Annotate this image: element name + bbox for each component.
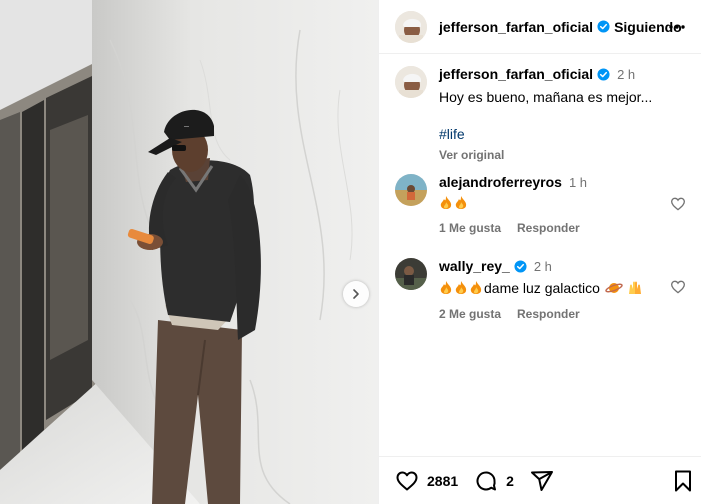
- verified-badge-icon: [514, 259, 527, 273]
- planet-emoji: [605, 283, 623, 293]
- comment-text: dame luz galactico: [439, 279, 669, 297]
- next-photo-button[interactable]: [343, 281, 369, 307]
- comment-time[interactable]: 2 h: [534, 259, 552, 274]
- caption-text: Hoy es bueno, mañana es mejor...: [439, 89, 653, 105]
- post-header: jefferson_farfan_oficial Siguiendo: [379, 0, 701, 54]
- post-caption: jefferson_farfan_oficial 2 h Hoy es buen…: [395, 66, 690, 162]
- save-icon[interactable]: [671, 469, 695, 493]
- commenter-avatar[interactable]: [395, 174, 427, 206]
- fire-emoji: [470, 281, 482, 294]
- heart-icon: [396, 471, 418, 490]
- caption-username[interactable]: jefferson_farfan_oficial: [439, 66, 593, 82]
- share-button[interactable]: [530, 469, 554, 493]
- comment-item: wally_rey_ 2 h dame luz galactico 2 Me g…: [395, 258, 701, 321]
- raising-hands-emoji: [628, 281, 641, 294]
- commenter-avatar[interactable]: [395, 258, 427, 290]
- caption-avatar[interactable]: [395, 66, 427, 98]
- post-photo[interactable]: —: [0, 0, 378, 504]
- comment-item: alejandroferreyros 1 h 1 Me gusta Respon…: [395, 174, 701, 235]
- heart-icon[interactable]: [670, 196, 686, 212]
- comment-body-text: dame luz galactico: [484, 280, 600, 296]
- author-username[interactable]: jefferson_farfan_oficial: [439, 19, 593, 35]
- author-avatar[interactable]: [395, 10, 427, 43]
- more-icon[interactable]: [667, 17, 687, 37]
- comment-likes[interactable]: 2 Me gusta: [439, 307, 501, 321]
- caption-time[interactable]: 2 h: [617, 67, 635, 82]
- reply-button[interactable]: Responder: [517, 307, 580, 321]
- commenter-username[interactable]: wally_rey_: [439, 258, 510, 274]
- hashtag-link[interactable]: #life: [439, 126, 652, 142]
- fire-emoji: [440, 281, 452, 294]
- action-bar: 2881 2: [379, 456, 701, 504]
- verified-badge-icon: [597, 67, 610, 81]
- svg-text:—: —: [184, 124, 189, 130]
- comment-icon: [476, 471, 497, 490]
- photo-illustration: —: [0, 0, 378, 504]
- like-button[interactable]: 2881: [395, 469, 458, 493]
- comment-button[interactable]: 2: [474, 469, 514, 493]
- post-side-panel: jefferson_farfan_oficial Siguiendo jeffe…: [378, 0, 701, 504]
- chevron-right-icon: [353, 289, 359, 299]
- commenter-username[interactable]: alejandroferreyros: [439, 174, 562, 190]
- fire-emoji: [455, 196, 467, 209]
- reply-button[interactable]: Responder: [517, 221, 580, 235]
- comment-likes[interactable]: 1 Me gusta: [439, 221, 501, 235]
- verified-badge-icon: [597, 20, 610, 33]
- comments-count[interactable]: 2: [506, 473, 514, 489]
- comment-time[interactable]: 1 h: [569, 175, 587, 190]
- comment-text: [439, 195, 669, 211]
- likes-count[interactable]: 2881: [427, 473, 458, 489]
- fire-emoji: [455, 281, 467, 294]
- heart-icon[interactable]: [670, 279, 686, 295]
- share-icon: [530, 470, 553, 491]
- see-original-link[interactable]: Ver original: [439, 148, 652, 162]
- fire-emoji: [440, 196, 452, 209]
